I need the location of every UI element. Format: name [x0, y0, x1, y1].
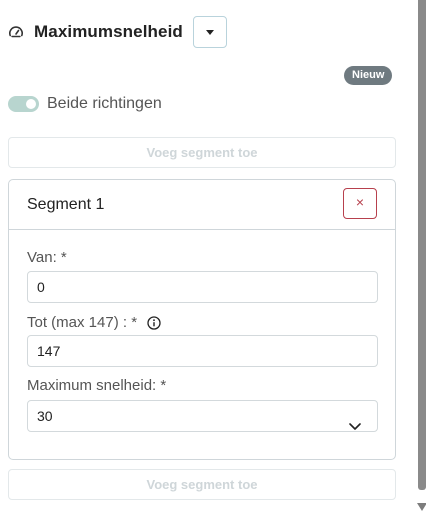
add-segment-button-bottom[interactable]: Voeg segment toe — [8, 469, 396, 500]
header-dropdown-button[interactable] — [192, 16, 227, 48]
info-icon[interactable] — [147, 315, 161, 330]
new-badge: Nieuw — [344, 66, 393, 85]
close-icon: × — [355, 194, 365, 210]
add-segment-button-top[interactable]: Voeg segment toe — [8, 137, 396, 168]
chevron-down-icon — [349, 411, 361, 430]
max-speed-label: Maximum snelheid: * — [27, 377, 166, 394]
van-label: Van: * — [27, 249, 67, 266]
tot-label: Tot (max 147) : * — [27, 314, 161, 331]
tot-input[interactable]: 147 — [27, 335, 378, 367]
vertical-scrollbar[interactable] — [418, 0, 426, 490]
tot-label-text: Tot (max 147) : * — [27, 314, 138, 331]
both-directions-toggle-row[interactable]: Beide richtingen — [8, 95, 162, 113]
both-directions-toggle[interactable] — [8, 96, 39, 112]
toggle-label: Beide richtingen — [47, 95, 162, 112]
remove-segment-button[interactable]: × — [343, 188, 377, 219]
van-label-text: Van: * — [27, 249, 67, 266]
page-title: Maximumsnelheid — [34, 22, 183, 41]
max-speed-value: 30 — [37, 408, 53, 424]
toggle-knob — [26, 99, 36, 109]
segment-card-header: Segment 1 × — [9, 180, 395, 230]
caret-down-icon — [205, 29, 214, 35]
max-speed-select[interactable]: 30 — [27, 400, 378, 432]
scroll-down-arrow-icon[interactable] — [417, 503, 426, 511]
panel-header: Maximumsnelheid — [8, 16, 227, 48]
gauge-icon — [8, 24, 24, 40]
max-speed-label-text: Maximum snelheid: * — [27, 377, 167, 394]
segment-card: Segment 1 × Van: * 0 Tot (max 147) : * 1… — [8, 179, 396, 460]
segment-title: Segment 1 — [27, 195, 105, 213]
van-input[interactable]: 0 — [27, 271, 378, 303]
